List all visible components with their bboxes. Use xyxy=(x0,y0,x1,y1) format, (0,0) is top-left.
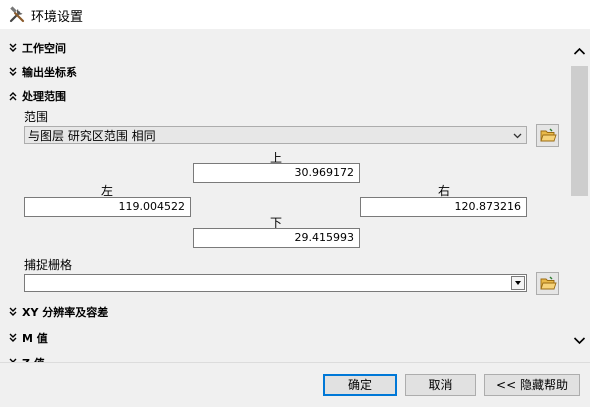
section-label: XY 分辨率及容差 xyxy=(22,306,109,319)
section-processing-extent[interactable]: 处理范围 xyxy=(8,87,66,105)
folder-open-icon xyxy=(540,128,557,142)
section-label: Z 值 xyxy=(22,355,45,362)
section-label: 工作空间 xyxy=(22,42,66,55)
double-chevron-down-icon xyxy=(9,67,17,76)
right-coordinate-field[interactable]: 120.873216 xyxy=(360,197,527,217)
dropdown-button[interactable] xyxy=(511,276,525,290)
section-label: 输出坐标系 xyxy=(22,66,77,79)
top-coordinate-field[interactable]: 30.969172 xyxy=(193,163,360,183)
double-chevron-up-icon xyxy=(9,92,17,101)
window-title: 环境设置 xyxy=(31,10,84,25)
section-xy-resolution[interactable]: XY 分辨率及容差 xyxy=(8,303,108,321)
section-label: M 值 xyxy=(22,332,48,345)
ok-button[interactable]: 确定 xyxy=(323,374,397,396)
settings-panel: 工作空间 输出坐标系 处理范围 范围 与图层 研究区范围 相同 上 30.969… xyxy=(0,29,569,362)
double-chevron-down-icon xyxy=(9,43,17,52)
footer-divider xyxy=(0,362,590,363)
extent-browse-button[interactable] xyxy=(536,124,559,147)
extent-select[interactable]: 与图层 研究区范围 相同 xyxy=(24,126,527,144)
left-coordinate-field[interactable]: 119.004522 xyxy=(24,197,191,217)
snap-raster-browse-button[interactable] xyxy=(536,272,559,295)
hide-help-button[interactable]: << 隐藏帮助 xyxy=(484,374,580,396)
section-m-values[interactable]: M 值 xyxy=(8,329,48,347)
snap-raster-select[interactable] xyxy=(24,274,527,292)
bottom-coordinate-field[interactable]: 29.415993 xyxy=(193,228,360,248)
vertical-scrollbar[interactable] xyxy=(569,29,590,362)
section-label: 处理范围 xyxy=(22,90,66,103)
folder-open-icon xyxy=(540,276,557,290)
triangle-down-icon xyxy=(515,281,521,285)
section-workspace[interactable]: 工作空间 xyxy=(8,39,66,57)
section-output-coordinate-system[interactable]: 输出坐标系 xyxy=(8,63,77,81)
tools-icon xyxy=(9,6,25,23)
double-chevron-down-icon xyxy=(9,333,17,342)
extent-select-value: 与图层 研究区范围 相同 xyxy=(28,128,156,143)
scroll-up-icon[interactable] xyxy=(573,45,586,58)
scroll-thumb[interactable] xyxy=(571,66,588,196)
scroll-down-icon[interactable] xyxy=(573,334,586,347)
section-z-values[interactable]: Z 值 xyxy=(8,354,45,362)
double-chevron-down-icon xyxy=(9,307,17,316)
chevron-down-icon xyxy=(513,133,522,139)
title-bar: 环境设置 xyxy=(0,0,590,29)
extent-label: 范围 xyxy=(24,110,49,124)
cancel-button[interactable]: 取消 xyxy=(405,374,476,396)
snap-raster-label: 捕捉栅格 xyxy=(24,258,73,272)
